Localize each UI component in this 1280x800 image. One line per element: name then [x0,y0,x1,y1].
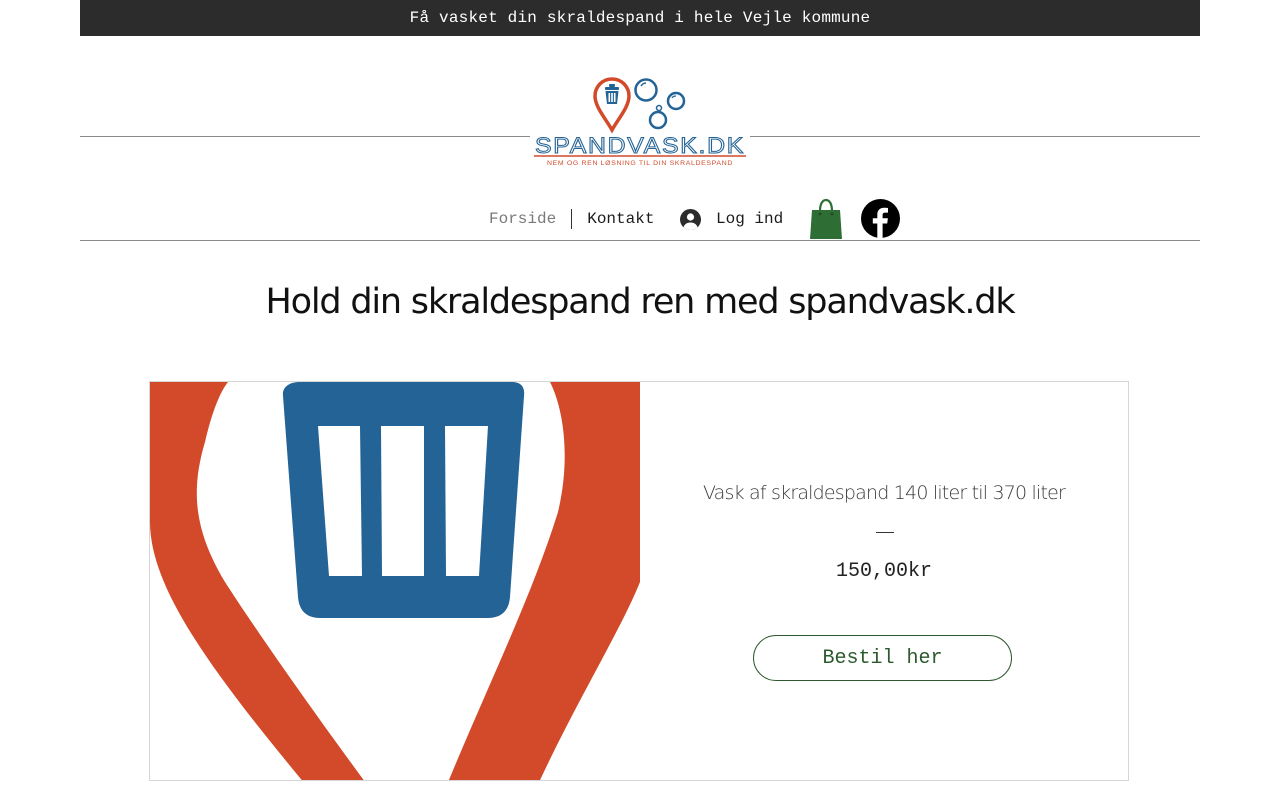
product-info: Vask af skraldespand 140 liter til 370 l… [640,382,1128,780]
order-button[interactable]: Bestil her [753,635,1012,681]
logo-wordmark: SPANDVASK.DK [535,133,745,158]
nav-separator [571,209,573,229]
main-navigation: Forside Kontakt [489,204,654,234]
location-pin-trash-icon [150,382,640,780]
nav-item-forside[interactable]: Forside [489,210,556,228]
site-logo[interactable]: SPANDVASK.DK NEM OG REN LØSNING TIL DIN … [530,74,750,174]
location-pin-trash-bubbles-icon: SPANDVASK.DK NEM OG REN LØSNING TIL DIN … [534,77,746,167]
announcement-bar: Få vasket din skraldespand i hele Vejle … [80,0,1200,36]
product-card: Vask af skraldespand 140 liter til 370 l… [149,381,1129,781]
logo-tagline: NEM OG REN LØSNING TIL DIN SKRALDESPAND [547,160,733,167]
product-price: 150,00kr [835,560,932,583]
page-heading: Hold din skraldespand ren med spandvask.… [265,282,1016,322]
facebook-icon[interactable] [861,199,900,238]
login-label: Log ind [716,210,784,228]
avatar-icon [680,208,701,230]
login-button[interactable]: Log ind [680,204,783,234]
product-image[interactable] [150,382,640,780]
announcement-text: Få vasket din skraldespand i hele Vejle … [409,9,871,27]
shopping-bag-icon[interactable] [809,198,843,240]
header-divider-bottom [80,240,1200,241]
title-divider [876,532,894,533]
nav-item-kontakt[interactable]: Kontakt [587,210,654,228]
product-title[interactable]: Vask af skraldespand 140 liter til 370 l… [640,482,1128,504]
